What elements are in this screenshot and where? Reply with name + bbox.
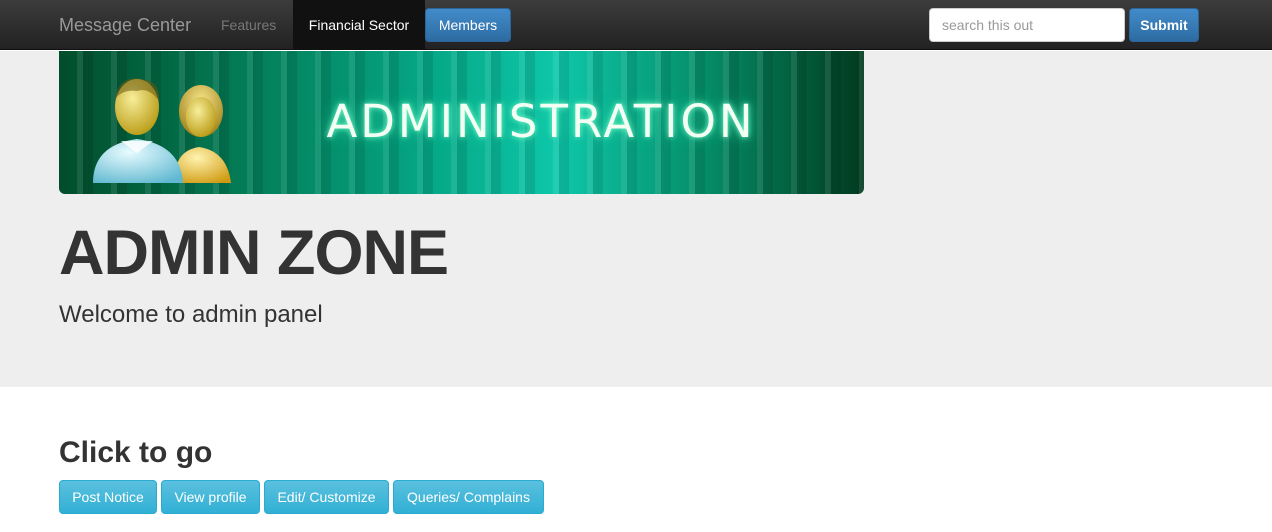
jumbotron: ADMINISTRATION ADMIN ZONE Welcome to adm…: [0, 51, 1272, 387]
page-subtitle: Welcome to admin panel: [59, 301, 323, 328]
search-input[interactable]: [929, 8, 1125, 42]
submit-button[interactable]: Submit: [1129, 8, 1199, 42]
page-title: ADMIN ZONE: [59, 218, 449, 288]
nav-link-financial-sector[interactable]: Financial Sector: [293, 0, 425, 50]
administration-banner: ADMINISTRATION: [59, 51, 864, 194]
banner-text: ADMINISTRATION: [326, 95, 756, 148]
actions-heading: Click to go: [59, 436, 213, 469]
navbar: Message Center Features Financial Sector…: [0, 0, 1272, 50]
users-icon: [93, 78, 231, 183]
brand-link[interactable]: Message Center: [59, 15, 191, 36]
post-notice-button[interactable]: Post Notice: [59, 480, 157, 514]
edit-customize-button[interactable]: Edit/ Customize: [264, 480, 389, 514]
queries-complains-button[interactable]: Queries/ Complains: [393, 480, 544, 514]
nav-link-features[interactable]: Features: [207, 0, 290, 50]
nav-button-members[interactable]: Members: [425, 8, 511, 42]
view-profile-button[interactable]: View profile: [161, 480, 260, 514]
